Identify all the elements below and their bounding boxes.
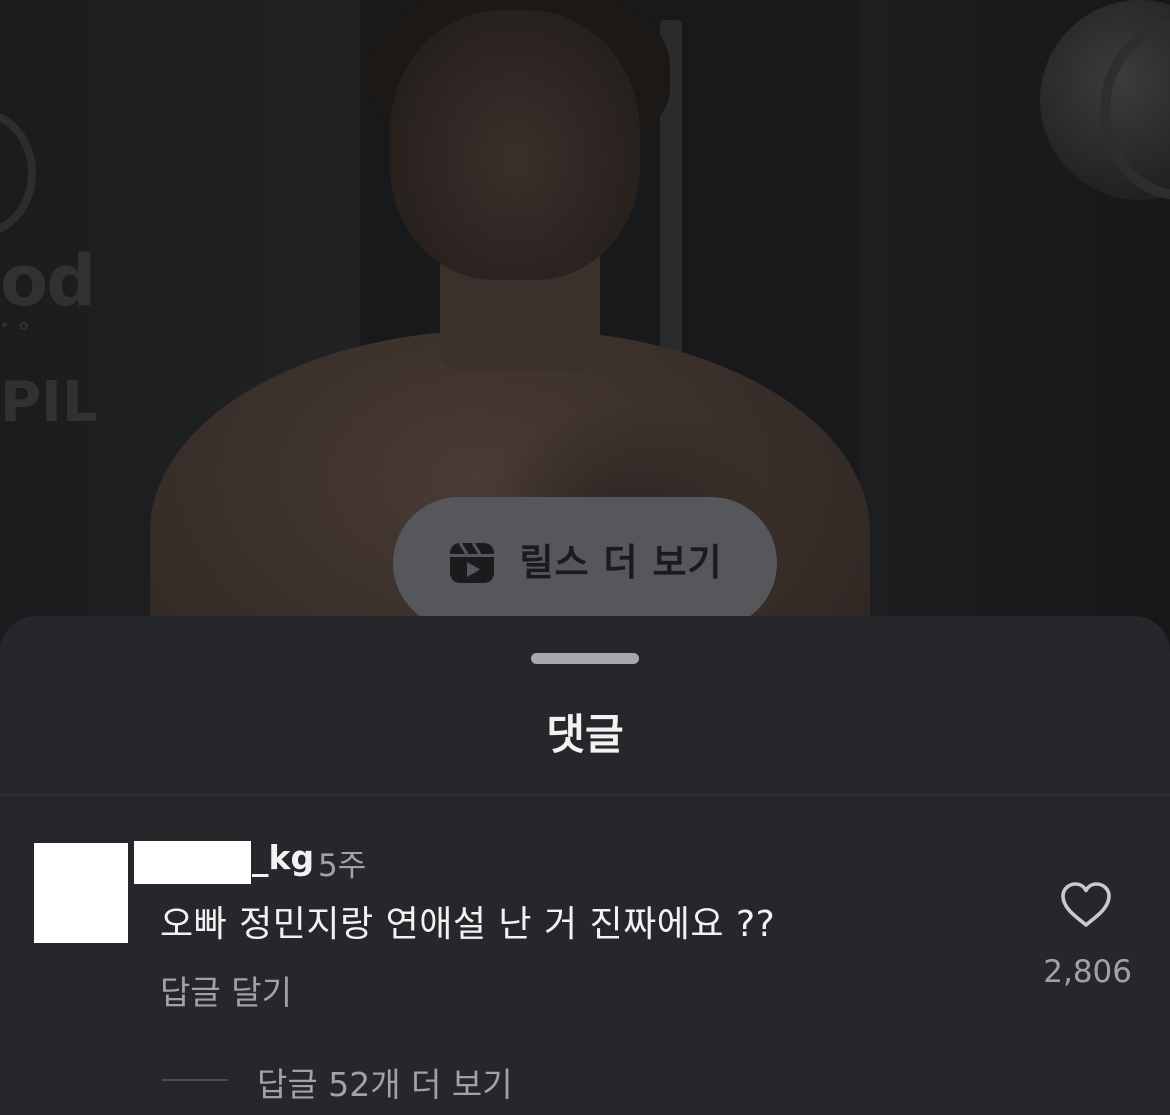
comments-sheet: 댓글 _kg 5주 오빠 정민지랑 연애설 난 거 진짜에요 ?? 답글 달기 … xyxy=(0,616,1170,1115)
avatar[interactable] xyxy=(34,843,128,943)
like-count: 2,806 xyxy=(1043,954,1132,990)
video-subject-head xyxy=(390,10,640,280)
username-redaction[interactable] xyxy=(134,841,251,884)
comment-text: 오빠 정민지랑 연애설 난 거 진짜에요 ?? xyxy=(160,904,776,945)
view-replies-button[interactable]: 답글 52개 더 보기 xyxy=(257,1058,513,1106)
reply-button[interactable]: 답글 달기 xyxy=(160,966,292,1014)
reel-comments-screen: od •o PIL 릴스 더 보기 댓글 _kg 5주 오빠 정민지랑 연애설 … xyxy=(0,0,1170,1115)
background-sign: PIL xyxy=(0,370,98,435)
replies-divider-line xyxy=(162,1079,228,1081)
more-reels-label: 릴스 더 보기 xyxy=(519,541,723,584)
divider xyxy=(0,794,1170,796)
background-sign: od xyxy=(0,240,96,322)
sheet-title: 댓글 xyxy=(546,710,624,759)
heart-icon[interactable] xyxy=(1060,881,1112,929)
comment-timestamp: 5주 xyxy=(318,848,367,884)
sheet-drag-handle[interactable] xyxy=(531,653,639,664)
reels-icon xyxy=(449,542,494,583)
more-reels-button[interactable]: 릴스 더 보기 xyxy=(393,497,777,629)
background-sign: •o xyxy=(0,318,39,334)
comment-username[interactable]: _kg xyxy=(252,838,314,877)
